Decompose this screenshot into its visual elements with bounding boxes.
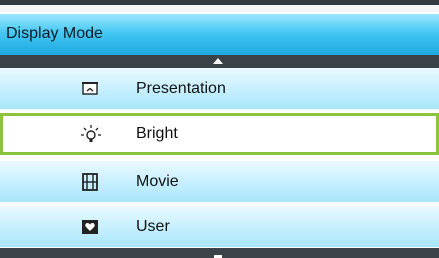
scroll-down-button[interactable]: [0, 248, 439, 258]
top-edge-bar: [0, 0, 439, 5]
menu-item-label: Bright: [136, 125, 178, 142]
scroll-up-button[interactable]: [0, 55, 439, 68]
menu-header: Display Mode: [0, 13, 439, 55]
menu-item-bright[interactable]: Bright: [0, 113, 439, 155]
menu-item-presentation[interactable]: Presentation: [0, 68, 439, 110]
presentation-icon: [80, 79, 100, 99]
menu-item-movie[interactable]: Movie: [0, 161, 439, 203]
menu-item-label: User: [136, 218, 170, 235]
film-icon: [80, 172, 100, 192]
top-edge: [0, 0, 439, 12]
menu-item-user[interactable]: User: [0, 206, 439, 248]
arrow-up-icon: [213, 58, 223, 64]
user-heart-icon: [80, 217, 100, 237]
page-title: Display Mode: [6, 25, 103, 42]
bright-bulb-icon: [80, 124, 101, 144]
menu-item-label: Movie: [136, 173, 179, 190]
menu-item-label: Presentation: [136, 80, 226, 97]
display-mode-menu: Display Mode Presentation Bright Movie U…: [0, 0, 439, 258]
